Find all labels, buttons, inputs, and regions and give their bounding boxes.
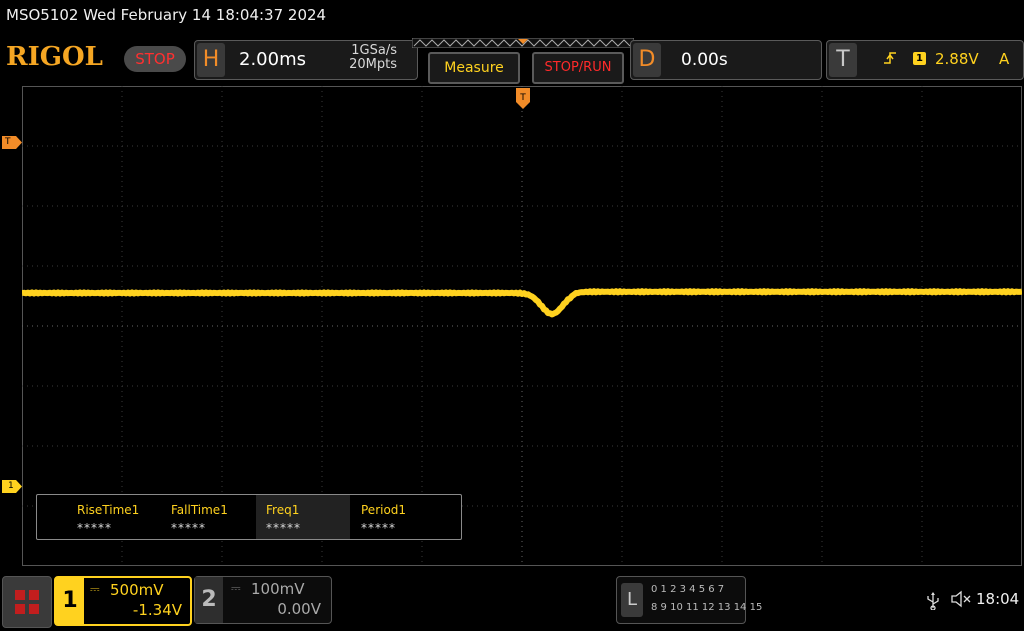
trigger-letter: T <box>829 43 857 77</box>
ch1-panel[interactable]: 1 ⎓ 500mV -1.34V <box>54 576 192 626</box>
measurement-item[interactable]: Period1 ***** <box>351 495 445 539</box>
measurement-label: Freq1 <box>266 503 300 517</box>
ch1-waveform-trace <box>22 288 1022 318</box>
rigol-logo: RIGOL <box>6 42 103 72</box>
memory-position-bar[interactable] <box>412 38 634 48</box>
measure-button[interactable]: Measure <box>428 52 520 84</box>
trigger-source-badge: 1 <box>913 52 926 65</box>
ch1-offset: -1.34V <box>132 601 182 619</box>
usb-icon <box>926 592 940 614</box>
horizontal-letter: H <box>197 43 225 77</box>
trigger-level-marker[interactable]: T <box>2 136 22 149</box>
trigger-mode: A <box>999 50 1010 68</box>
dc-coupling-icon: ⎓ <box>231 581 241 595</box>
measurement-value: ***** <box>77 521 112 535</box>
sample-rate: 1GSa/s <box>351 43 397 58</box>
ch1-ground-marker[interactable]: 1 <box>2 480 22 493</box>
stop-run-button[interactable]: STOP/RUN <box>532 52 624 84</box>
main-menu-button[interactable] <box>2 576 52 628</box>
timebase-value: 2.00ms <box>239 49 306 70</box>
sample-rate-info: 1GSa/s 20Mpts <box>343 44 397 72</box>
la-channels-row-2: 8 9 10 11 12 13 14 15 <box>651 602 763 613</box>
ch2-panel[interactable]: 2 ⎓ 100mV 0.00V <box>194 576 332 624</box>
run-state-badge[interactable]: STOP <box>124 46 186 72</box>
ch2-scale: 100mV <box>251 580 305 598</box>
delay-letter: D <box>633 43 661 77</box>
clock: 18:04 <box>976 590 1020 608</box>
horizontal-panel[interactable]: H 2.00ms 1GSa/s 20Mpts <box>194 40 418 80</box>
measurement-item[interactable]: RiseTime1 ***** <box>67 495 161 539</box>
trigger-position-marker[interactable]: T <box>516 88 530 110</box>
ch2-number: 2 <box>195 577 223 623</box>
measurement-value: ***** <box>171 521 206 535</box>
delay-value: 0.00s <box>681 50 728 70</box>
measurement-label: FallTime1 <box>171 503 228 517</box>
measurement-label: Period1 <box>361 503 407 517</box>
svg-text:T: T <box>519 93 526 103</box>
menu-grid-icon <box>15 590 39 614</box>
logic-analyzer-letter: L <box>621 583 643 617</box>
la-channels-row-1: 0 1 2 3 4 5 6 7 <box>651 584 725 595</box>
measurement-item[interactable]: Freq1 ***** <box>256 495 350 539</box>
trigger-panel[interactable]: T 1 2.88V A <box>826 40 1024 80</box>
measurement-item[interactable]: FallTime1 ***** <box>161 495 255 539</box>
measurement-value: ***** <box>361 521 396 535</box>
ch1-scale: 500mV <box>110 581 164 599</box>
measurement-panel[interactable]: RiseTime1 ***** FallTime1 ***** Freq1 **… <box>36 494 462 540</box>
status-line: MSO5102 Wed February 14 18:04:37 2024 <box>6 6 327 24</box>
delay-panel[interactable]: D 0.00s <box>630 40 822 80</box>
memory-depth: 20Mpts <box>349 57 397 72</box>
trigger-level: 2.88V <box>935 50 979 68</box>
measurement-label: RiseTime1 <box>77 503 140 517</box>
dc-coupling-icon: ⎓ <box>90 582 100 596</box>
speaker-mute-icon[interactable] <box>950 590 972 612</box>
ch2-offset: 0.00V <box>277 600 321 618</box>
logic-analyzer-panel[interactable]: L 0 1 2 3 4 5 6 7 8 9 10 11 12 13 14 15 <box>616 576 762 624</box>
measurement-value: ***** <box>266 521 301 535</box>
rising-edge-icon <box>883 50 897 70</box>
ch1-number: 1 <box>56 578 84 624</box>
